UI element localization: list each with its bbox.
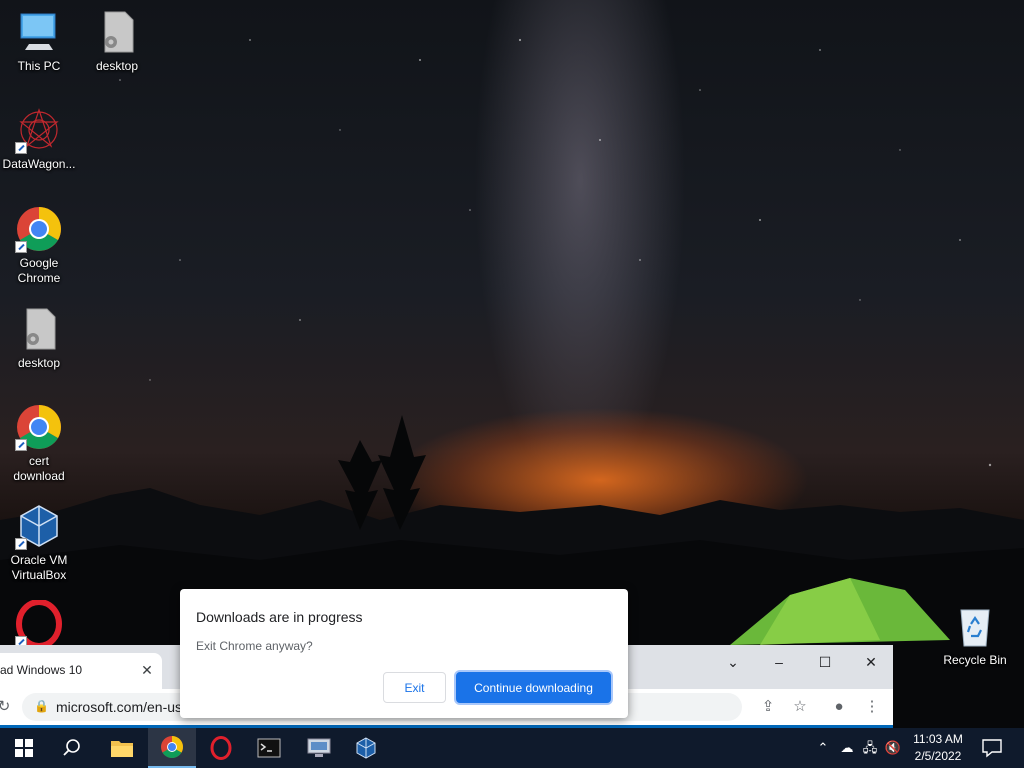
action-center-icon bbox=[982, 739, 1002, 758]
desktop-icon-label: DataWagon... bbox=[2, 157, 76, 171]
tab-title: ad Windows 10 bbox=[0, 663, 83, 677]
share-icon[interactable]: ⇪ bbox=[758, 697, 778, 717]
close-window-button[interactable]: ✕ bbox=[848, 647, 893, 677]
taskbar-opera[interactable] bbox=[197, 728, 245, 768]
clock-date: 2/5/2022 bbox=[914, 749, 962, 763]
minimize-button[interactable]: – bbox=[756, 647, 802, 677]
terminal-icon bbox=[257, 738, 281, 758]
chevron-down-icon[interactable]: ⌄ bbox=[710, 647, 756, 677]
opera-icon bbox=[210, 736, 232, 760]
search-button[interactable] bbox=[48, 728, 96, 768]
desktop-icon-recycle-bin[interactable]: Recycle Bin bbox=[936, 602, 1014, 668]
dialog-message: Exit Chrome anyway? bbox=[196, 639, 313, 653]
taskbar-chrome[interactable] bbox=[148, 728, 196, 768]
taskbar-virtualbox[interactable] bbox=[342, 728, 390, 768]
desktop-icon-label: This PC bbox=[17, 59, 61, 73]
system-clock[interactable]: 11:03 AM 2/5/2022 bbox=[905, 731, 971, 765]
desktop-icon-label: Oracle VM VirtualBox bbox=[10, 553, 68, 582]
start-icon bbox=[15, 739, 33, 757]
start-button[interactable] bbox=[0, 728, 48, 768]
desktop-icon-label: desktop bbox=[17, 356, 61, 370]
remote-desktop-icon bbox=[307, 738, 331, 757]
chrome-icon bbox=[15, 403, 63, 451]
volume-muted-icon[interactable]: 🔇 bbox=[884, 738, 902, 758]
desktop-icon-google-chrome[interactable]: Google Chrome bbox=[0, 205, 78, 286]
shortcut-arrow-icon bbox=[15, 142, 27, 154]
desktop-icon-desktop-file[interactable]: desktop bbox=[78, 8, 156, 74]
continue-downloading-button[interactable]: Continue downloading bbox=[456, 672, 611, 703]
maximize-button[interactable]: ☐ bbox=[802, 647, 848, 677]
desktop-icon-virtualbox[interactable]: Oracle VM VirtualBox bbox=[0, 502, 78, 583]
taskbar-file-explorer[interactable] bbox=[98, 728, 146, 768]
profile-avatar-icon[interactable]: ● bbox=[829, 697, 849, 717]
desktop-icon-desktop-file-2[interactable]: desktop bbox=[0, 305, 78, 371]
search-icon bbox=[63, 739, 80, 756]
desktop-icon-this-pc[interactable]: This PC bbox=[0, 8, 78, 74]
network-icon[interactable]: 🖧 bbox=[861, 738, 879, 758]
chrome-tab[interactable]: ad Windows 10 ✕ bbox=[0, 653, 162, 689]
chevron-up-icon[interactable]: ⌃ bbox=[814, 738, 832, 758]
computer-icon bbox=[15, 8, 63, 56]
onedrive-cloud-icon[interactable]: ☁ bbox=[838, 738, 856, 758]
shortcut-arrow-icon bbox=[15, 538, 27, 550]
lock-icon: 🔒 bbox=[34, 699, 49, 713]
desktop-icon-opera[interactable] bbox=[0, 599, 78, 651]
desktop-icon-label: Google Chrome bbox=[17, 256, 61, 285]
desktop-icon-cert-download[interactable]: cert download bbox=[0, 403, 78, 484]
bookmark-star-icon[interactable]: ☆ bbox=[790, 697, 810, 717]
kebab-menu-icon[interactable]: ⋮ bbox=[862, 697, 882, 717]
recycle-bin-icon bbox=[951, 602, 999, 650]
chrome-icon bbox=[161, 736, 183, 758]
desktop-icon-label: desktop bbox=[95, 59, 139, 73]
reload-icon[interactable]: ↻ bbox=[0, 697, 14, 717]
close-icon[interactable]: ✕ bbox=[139, 662, 155, 678]
exit-chrome-dialog: Downloads are in progress Exit Chrome an… bbox=[180, 589, 628, 718]
opera-icon bbox=[15, 599, 63, 649]
shortcut-arrow-icon bbox=[15, 439, 27, 451]
chrome-icon bbox=[15, 205, 63, 253]
taskbar: ⌃ ☁ 🖧 🔇 11:03 AM 2/5/2022 bbox=[0, 728, 1024, 768]
shortcut-arrow-icon bbox=[15, 241, 27, 253]
virtualbox-icon bbox=[15, 502, 63, 550]
file-explorer-icon bbox=[111, 741, 133, 757]
clock-time: 11:03 AM bbox=[913, 732, 963, 746]
exit-button[interactable]: Exit bbox=[383, 672, 446, 703]
file-icon bbox=[93, 8, 141, 56]
desktop-icon-label: cert download bbox=[13, 454, 65, 483]
address-bar-url: microsoft.com/en-us bbox=[56, 699, 183, 715]
dialog-title: Downloads are in progress bbox=[196, 609, 363, 625]
datawagon-icon bbox=[15, 106, 63, 154]
file-icon bbox=[15, 305, 63, 353]
taskbar-terminal[interactable] bbox=[245, 728, 293, 768]
notifications-button[interactable] bbox=[980, 736, 1004, 760]
taskbar-remote-desktop[interactable] bbox=[295, 728, 343, 768]
virtualbox-icon bbox=[356, 737, 376, 759]
desktop-icon-datawagon[interactable]: DataWagon... bbox=[0, 106, 78, 172]
desktop-icon-label: Recycle Bin bbox=[943, 653, 1007, 667]
